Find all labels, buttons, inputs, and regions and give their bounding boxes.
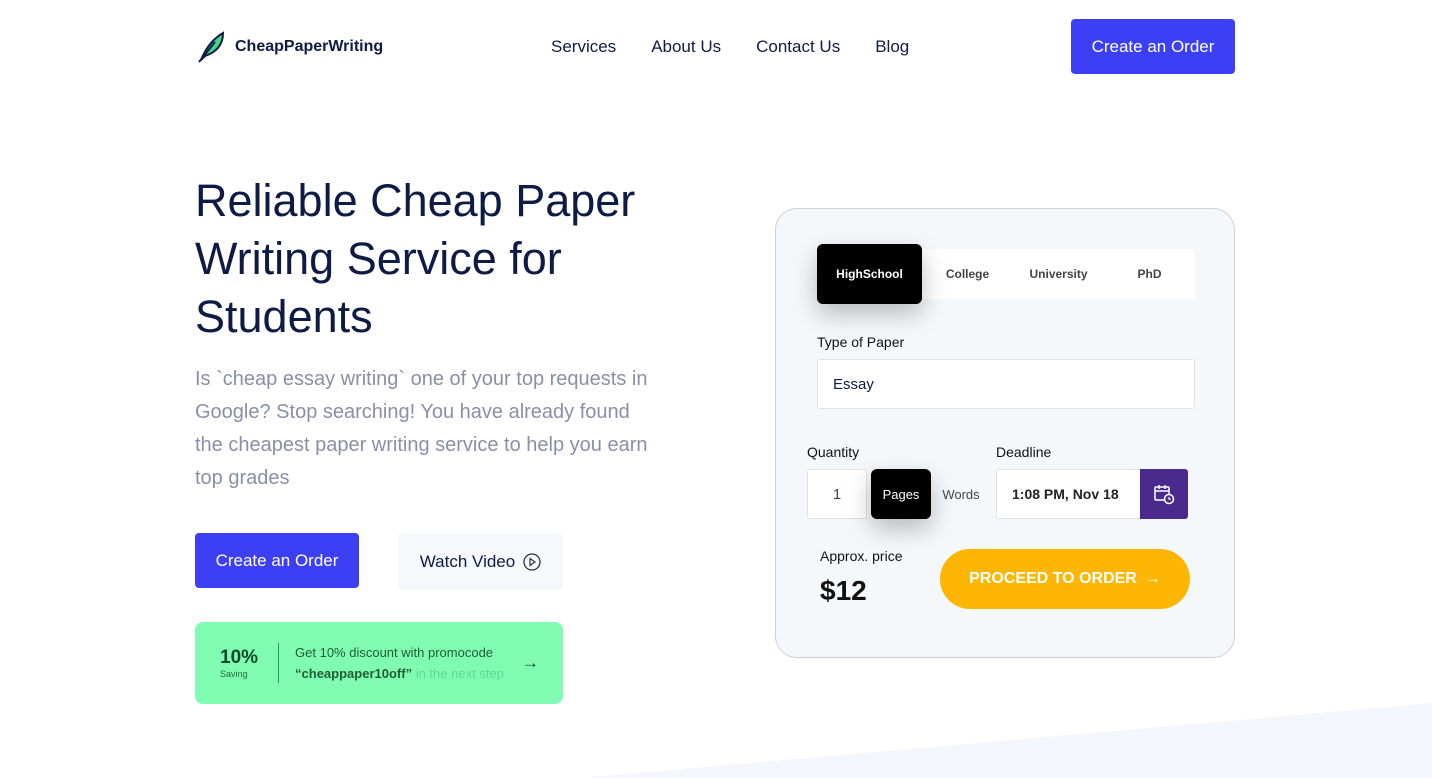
tab-highschool[interactable]: HighSchool	[817, 244, 922, 304]
nav-about-us[interactable]: About Us	[651, 37, 721, 57]
watch-video-label: Watch Video	[419, 551, 516, 571]
feather-logo-icon	[198, 30, 225, 63]
arrow-right-icon[interactable]: →	[522, 653, 539, 673]
top-nav: CheapPaperWriting Services About Us Cont…	[195, 19, 1235, 74]
watch-video-button[interactable]: Watch Video	[398, 533, 563, 590]
tab-phd[interactable]: PhD	[1104, 267, 1195, 281]
promo-banner[interactable]: 10% Saving Get 10% discount with promoco…	[195, 622, 563, 704]
approx-price-value: $12	[820, 575, 867, 606]
quantity-input[interactable]: 1	[807, 469, 867, 519]
deadline-value: 1:08 PM, Nov 18	[1012, 486, 1119, 502]
play-icon	[523, 552, 541, 571]
type-of-paper-select[interactable]: Essay	[817, 359, 1195, 409]
nav-blog[interactable]: Blog	[875, 37, 909, 57]
unit-toggle: Pages Words	[871, 469, 993, 519]
promo-code: “cheappaper10off”	[295, 666, 413, 681]
arrow-right-icon: →	[1144, 570, 1161, 587]
promo-saving: Saving	[220, 669, 248, 679]
calendar-clock-icon[interactable]	[1140, 469, 1188, 519]
hero-title: Reliable Cheap Paper Writing Service for…	[195, 175, 636, 342]
hero-create-order-button[interactable]: Create an Order	[195, 533, 359, 588]
nav-create-order-button[interactable]: Create an Order	[1071, 19, 1235, 74]
nav-services[interactable]: Services	[551, 37, 616, 57]
unit-words[interactable]: Words	[931, 487, 991, 502]
proceed-to-order-button[interactable]: PROCEED TO ORDER →	[940, 549, 1190, 609]
promo-suffix: in the next step	[415, 666, 504, 681]
quantity-value: 1	[832, 485, 842, 503]
promo-text: Get 10% discount with promocode	[295, 645, 494, 660]
hero-lead: Is `cheap essay writing` one of your top…	[195, 368, 648, 489]
brand-name: CheapPaperWriting	[235, 37, 384, 55]
deadline-input[interactable]: 1:08 PM, Nov 18	[996, 469, 1142, 519]
unit-pages[interactable]: Pages	[871, 469, 931, 519]
nav-contact-us[interactable]: Contact Us	[756, 37, 840, 57]
proceed-label: PROCEED TO ORDER	[969, 570, 1137, 587]
logo[interactable]: CheapPaperWriting	[195, 30, 383, 64]
order-form: HighSchool College University PhD Type o…	[775, 208, 1235, 658]
type-of-paper-value: Essay	[833, 375, 874, 393]
promo-percent: 10%	[220, 647, 259, 668]
deadline-label: Deadline	[996, 444, 1052, 460]
divider	[278, 643, 280, 683]
quantity-label: Quantity	[807, 444, 860, 460]
main-menu: Services About Us Contact Us Blog	[551, 37, 909, 57]
tab-college[interactable]: College	[922, 267, 1013, 281]
tab-university[interactable]: University	[1013, 267, 1104, 281]
approx-price-label: Approx. price	[820, 548, 903, 564]
background-shape	[580, 703, 1432, 778]
type-of-paper-label: Type of Paper	[817, 334, 905, 350]
level-tabs: HighSchool College University PhD	[817, 244, 1195, 304]
